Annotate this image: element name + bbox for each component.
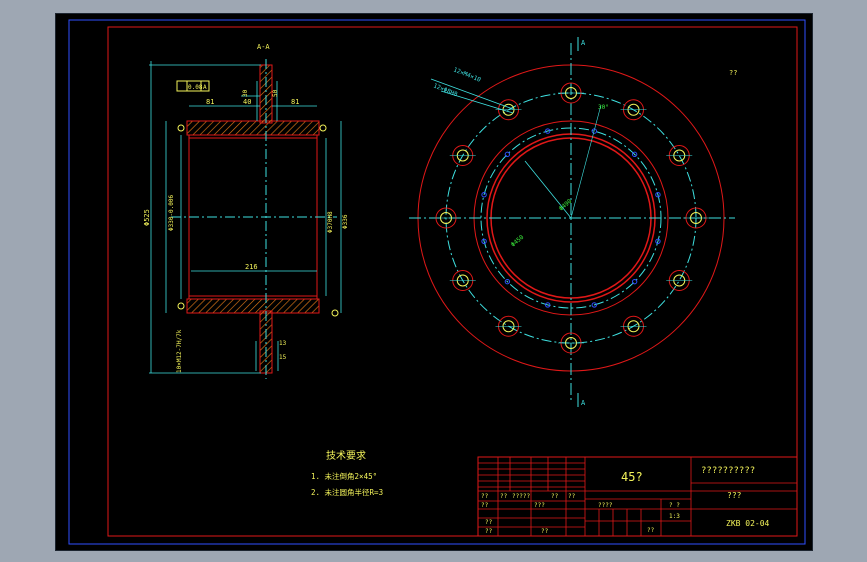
- dim-od: Φ525: [143, 209, 151, 226]
- pin-hole: [504, 151, 511, 158]
- dim-30: 30: [242, 89, 249, 97]
- dim-length: 216: [245, 263, 258, 271]
- view-mark-bottom: A: [581, 399, 586, 407]
- tech-requirements: 技术要求 1. 未注倒角2×45° 2. 未注圆角半径R=3: [311, 449, 383, 497]
- bottom-wall: [186, 298, 320, 314]
- tech-item-2: 2. 未注圆角半径R=3: [311, 487, 383, 497]
- drawing-viewport[interactable]: A-A 0.08 A 81 40 30 50 81 Φ525 Φ330-0.00…: [55, 13, 813, 551]
- title-block[interactable]: 45? ?????????? ??? ZKB 02-04 ?? ?? ?????…: [477, 456, 798, 537]
- dim-bolt: 10×M12-7H/7k: [176, 329, 183, 373]
- tb-cell-3: ??: [551, 493, 559, 500]
- holes-spec-2: 12×Φ8H8: [432, 82, 458, 98]
- holes-spec-1: 12×M4×10: [452, 66, 482, 83]
- tb-cell-8: ??: [485, 528, 493, 535]
- tb-cell-4: ??: [568, 493, 576, 500]
- plan-view[interactable]: A A 12×M4×10 12×Φ8H8 30° Φ490 Φ450 ??: [409, 37, 737, 407]
- tb-cell-0: ??: [481, 493, 489, 500]
- company: ???: [727, 491, 742, 500]
- corner-mark: ??: [729, 69, 737, 77]
- tb-cell-12: ??: [647, 527, 655, 534]
- tb-cell-6: ???: [534, 502, 545, 509]
- dim-40: 40: [243, 98, 251, 106]
- dim-id1: Φ330-0.006: [168, 194, 175, 231]
- section-view[interactable]: A-A 0.08 A 81 40 30 50 81 Φ525 Φ330-0.00…: [143, 43, 349, 379]
- tb-cell-1: ??: [500, 493, 508, 500]
- dim-id3: Φ336: [342, 214, 349, 229]
- dim-81-right: 81: [291, 98, 299, 106]
- tb-cell-2: ?????: [512, 493, 530, 500]
- tol-value: 0.08: [188, 84, 203, 91]
- tb-cell-7: ??: [485, 519, 493, 526]
- tech-item-1: 1. 未注倒角2×45°: [311, 471, 377, 481]
- part-name: ??????????: [701, 466, 755, 476]
- angle-dim: 30°: [598, 104, 609, 111]
- section-label: A-A: [257, 43, 270, 51]
- view-mark-top: A: [581, 39, 586, 47]
- tb-cell-9: ??: [541, 528, 549, 535]
- tb-cell-5: ??: [481, 502, 489, 509]
- material: 45?: [621, 470, 643, 484]
- dim-15: 15: [279, 354, 287, 361]
- dim-id2: Φ370H8: [327, 211, 334, 233]
- dia-dim-2: Φ450: [510, 234, 526, 249]
- sheet-border: [68, 19, 806, 545]
- dim-81-left: 81: [206, 98, 214, 106]
- tb-cell-11: ? ?: [669, 502, 680, 509]
- cad-drawing: A-A 0.08 A 81 40 30 50 81 Φ525 Φ330-0.00…: [68, 19, 806, 545]
- tb-cell-13: 1:3: [669, 513, 680, 520]
- pin-hole: [631, 278, 638, 285]
- drawing-number: ZKB 02-04: [726, 519, 770, 528]
- top-wall: [186, 120, 320, 136]
- tb-cell-10: ????: [598, 502, 613, 509]
- dim-50: 50: [272, 89, 279, 97]
- tol-datum: A: [203, 84, 207, 91]
- dim-13: 13: [279, 340, 287, 347]
- tech-title: 技术要求: [326, 449, 366, 462]
